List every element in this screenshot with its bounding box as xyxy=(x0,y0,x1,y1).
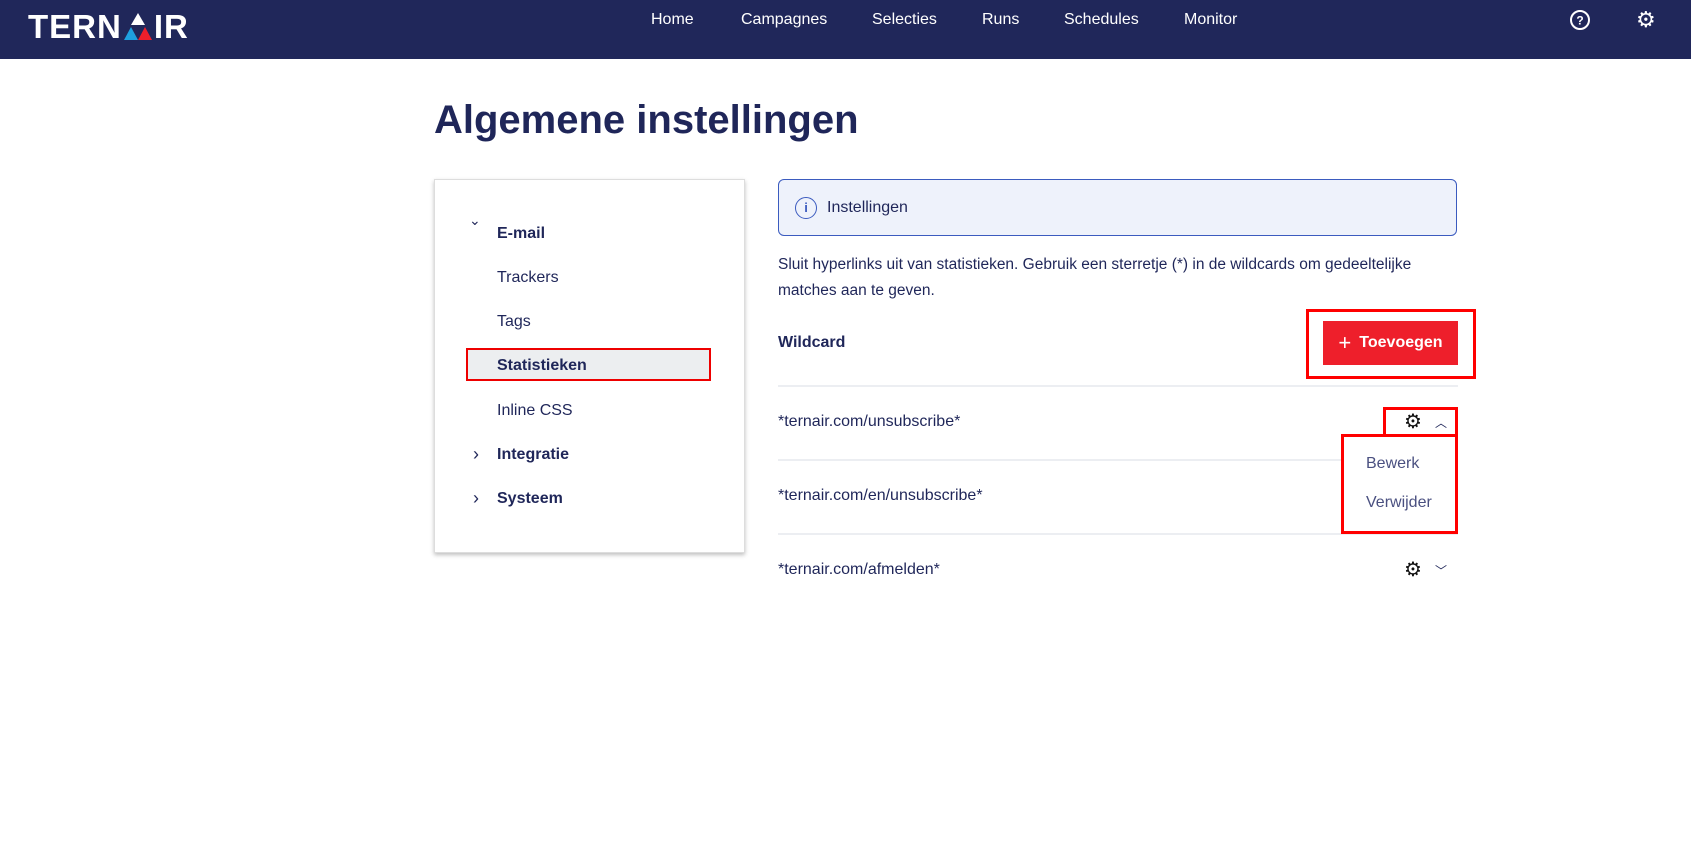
settings-sidebar: ⌄ E-mail Trackers Tags Statistieken Inli… xyxy=(434,179,745,553)
info-icon: i xyxy=(795,196,817,219)
divider xyxy=(778,533,1458,535)
table-row: *ternair.com/unsubscribe* xyxy=(778,413,961,430)
chevron-down-icon[interactable]: ﹀ xyxy=(1435,562,1447,579)
sidebar-item-email[interactable]: E-mail xyxy=(497,225,545,243)
plus-icon: + xyxy=(1338,330,1352,355)
nav-schedules[interactable]: Schedules xyxy=(1064,11,1139,29)
add-label: Toevoegen xyxy=(1359,334,1443,351)
svg-text:?: ? xyxy=(1576,14,1583,28)
ternair-logo[interactable]: TERN IR xyxy=(28,8,189,46)
settings-gear-icon[interactable]: ⚙ xyxy=(1636,9,1658,31)
sidebar-item-integratie[interactable]: Integratie xyxy=(497,446,569,464)
add-button[interactable]: + Toevoegen xyxy=(1323,321,1458,365)
sidebar-item-trackers[interactable]: Trackers xyxy=(497,269,559,287)
sidebar-item-tags[interactable]: Tags xyxy=(497,313,531,331)
chevron-right-icon[interactable]: › xyxy=(473,488,479,509)
description: Sluit hyperlinks uit van statistieken. G… xyxy=(778,256,1412,299)
page-title: Algemene instellingen xyxy=(434,98,859,142)
chevron-up-icon[interactable]: ︿ xyxy=(1435,414,1447,431)
gear-icon[interactable]: ⚙ xyxy=(1404,409,1422,434)
info-text: Instellingen xyxy=(827,198,908,216)
table-row: *ternair.com/en/unsubscribe* xyxy=(778,487,983,504)
wildcard-header: Wildcard xyxy=(778,334,846,351)
nav-campagnes[interactable]: Campagnes xyxy=(741,11,827,29)
nav-home[interactable]: Home xyxy=(651,11,694,29)
sidebar-item-statistieken[interactable]: Statistieken xyxy=(466,348,711,381)
sidebar-item-inline-css[interactable]: Inline CSS xyxy=(497,402,573,420)
sidebar-item-label: Statistieken xyxy=(497,357,587,374)
sidebar-item-systeem[interactable]: Systeem xyxy=(497,490,563,508)
chevron-right-icon[interactable]: › xyxy=(473,444,479,465)
nav-monitor[interactable]: Monitor xyxy=(1184,11,1237,29)
nav-runs[interactable]: Runs xyxy=(982,11,1019,29)
menu-item-edit[interactable]: Bewerk xyxy=(1366,455,1419,473)
info-banner: i Instellingen xyxy=(778,179,1457,236)
divider xyxy=(778,385,1458,387)
row-actions-menu: Bewerk Verwijder xyxy=(1344,437,1456,532)
help-icon[interactable]: ? xyxy=(1569,9,1591,31)
gear-icon[interactable]: ⚙ xyxy=(1404,557,1422,582)
top-navbar: TERN IR Home Campagnes Selecties Runs Sch… xyxy=(0,0,1691,59)
table-row: *ternair.com/afmelden* xyxy=(778,561,940,578)
menu-item-delete[interactable]: Verwijder xyxy=(1366,494,1432,512)
nav-selecties[interactable]: Selecties xyxy=(872,11,937,29)
chevron-down-icon[interactable]: ⌄ xyxy=(469,212,481,229)
